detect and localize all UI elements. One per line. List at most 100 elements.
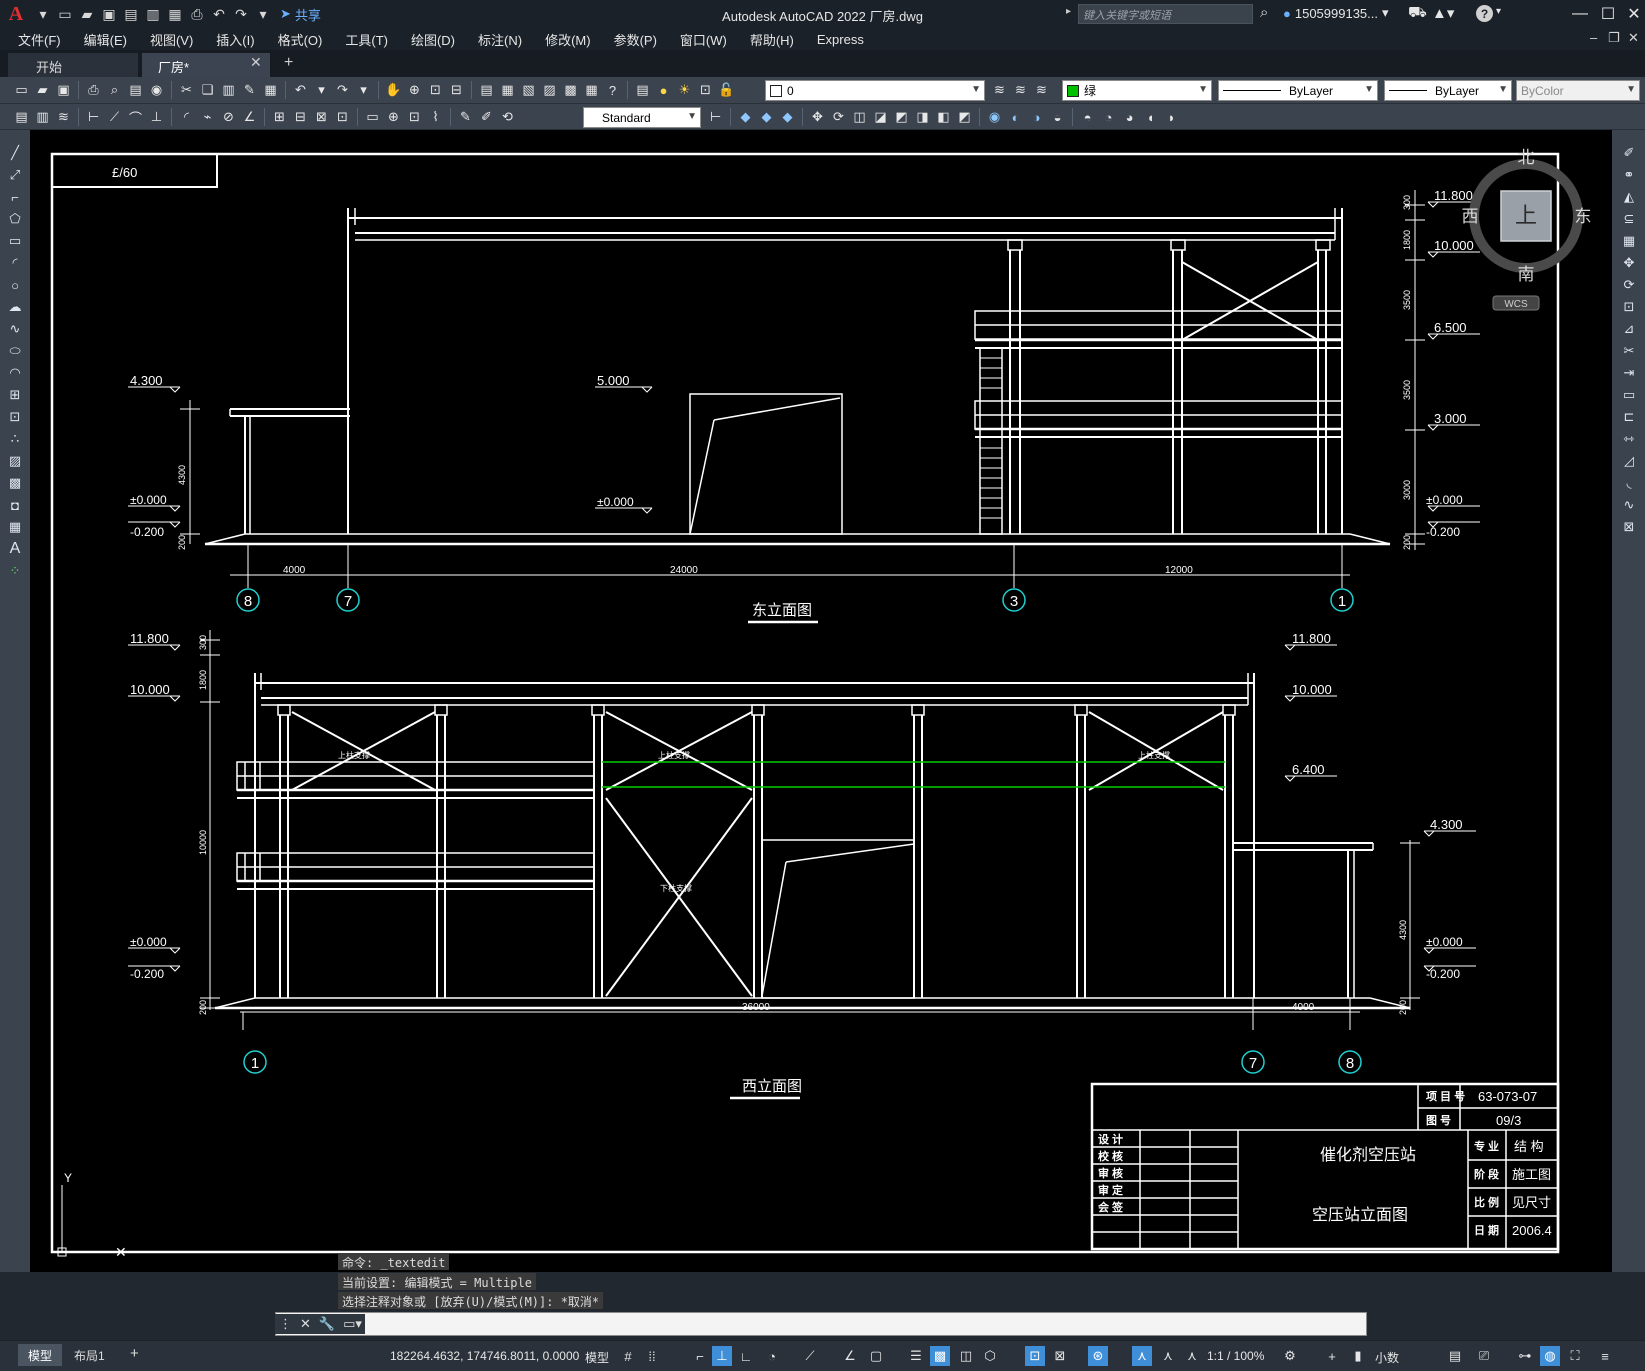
pan-icon[interactable]: ✋ — [384, 81, 403, 99]
break-at-point-icon[interactable]: ▭ — [1620, 386, 1638, 404]
ordinate-dim-icon[interactable]: ⊥ — [147, 108, 166, 126]
radius-dim-icon[interactable]: ◜ — [177, 108, 196, 126]
tab-close-icon[interactable]: ✕ — [250, 54, 262, 71]
search-input[interactable]: 键入关键字或短语 — [1078, 4, 1253, 24]
qnew-icon[interactable]: ▭ — [12, 81, 31, 99]
subtract-icon[interactable]: ◐ — [1006, 108, 1025, 126]
explode-icon[interactable]: ⊠ — [1620, 518, 1638, 536]
fillet-icon[interactable]: ◟ — [1620, 474, 1638, 492]
mtext-icon[interactable]: A — [6, 540, 24, 558]
block-editor-icon[interactable]: ▦ — [261, 81, 280, 99]
undo-chevron-icon[interactable]: ▾ — [312, 81, 331, 99]
clean-screen-icon[interactable]: ⛶ — [1565, 1346, 1585, 1366]
share-button[interactable]: ➤ 共享 — [280, 5, 321, 24]
tolerance-icon[interactable]: ▭ — [363, 108, 382, 126]
trim-icon[interactable]: ✂ — [1620, 342, 1638, 360]
move-icon[interactable]: ✥ — [1620, 254, 1638, 272]
annotation-scale-icon[interactable]: ⋏ — [1182, 1346, 1202, 1366]
search-expand-icon[interactable]: ▸ — [1066, 6, 1071, 17]
ortho-icon[interactable]: ∟ — [736, 1346, 756, 1366]
save-icon[interactable]: ▣ — [98, 3, 120, 25]
diameter-dim-icon[interactable]: ⊘ — [219, 108, 238, 126]
move-3d-icon[interactable]: ✥ — [808, 108, 827, 126]
close-command-icon[interactable]: ✕ — [300, 1316, 311, 1332]
workspace-gear-icon[interactable]: ⚙ — [1280, 1346, 1300, 1366]
slice-icon[interactable]: ◧ — [934, 108, 953, 126]
object-snap-tracking-icon[interactable]: ∠ — [840, 1346, 860, 1366]
chamfer-icon[interactable]: ◿ — [1620, 452, 1638, 470]
camera-icon[interactable]: ◗ — [1162, 108, 1181, 126]
new-tab-icon[interactable]: + — [284, 54, 293, 72]
model-space-toggle[interactable]: 模型 — [585, 1349, 609, 1366]
match-properties-icon[interactable]: ✎ — [240, 81, 259, 99]
layer-previous-icon[interactable]: ≋ — [1032, 81, 1051, 99]
materials-icon[interactable]: ◖ — [1141, 108, 1160, 126]
ucs-icon[interactable]: ▤ — [12, 108, 31, 126]
selection-cycling-icon[interactable]: ◫ — [956, 1346, 976, 1366]
make-block-icon[interactable]: ⊡ — [6, 408, 24, 426]
revision-cloud-icon[interactable]: ☁ — [6, 298, 24, 316]
jogged-dim-icon[interactable]: ⌁ — [198, 108, 217, 126]
plot-preview-icon[interactable]: ⌕ — [105, 81, 124, 99]
mirror-3d-icon[interactable]: ◪ — [871, 108, 890, 126]
erase-icon[interactable]: ✐ — [1620, 144, 1638, 162]
auto-scale-icon[interactable]: ⋏ — [1158, 1346, 1178, 1366]
customization-icon[interactable]: ≡ — [1595, 1346, 1615, 1366]
plotstyle-dropdown[interactable]: ByColor ▼ — [1516, 80, 1640, 101]
table-icon[interactable]: ▦ — [6, 518, 24, 536]
make-current-layer-icon[interactable]: ≋ — [990, 81, 1009, 99]
help-chevron-icon[interactable]: ▾ — [1496, 6, 1501, 17]
customize-quickaccess-icon[interactable]: ▾ — [252, 3, 274, 25]
save-icon[interactable]: ▣ — [54, 81, 73, 99]
dim-text-edit-icon[interactable]: ✐ — [477, 108, 496, 126]
app-menu-chevron-icon[interactable]: ▾ — [32, 3, 54, 25]
redo-icon[interactable]: ↷ — [333, 81, 352, 99]
linear-dim-icon[interactable]: ⊢ — [84, 108, 103, 126]
3dprint-icon[interactable]: ◉ — [147, 81, 166, 99]
region-icon[interactable]: ◘ — [6, 496, 24, 514]
center-mark-icon[interactable]: ⊕ — [384, 108, 403, 126]
menu-view[interactable]: 视图(V) — [150, 30, 193, 49]
ellipse-icon[interactable]: ⬭ — [6, 342, 24, 360]
new-file-icon[interactable]: ▭ — [54, 3, 76, 25]
rectangle-icon[interactable]: ▭ — [6, 232, 24, 250]
command-line[interactable] — [275, 1312, 1367, 1336]
layer-match-icon[interactable]: ≋ — [1011, 81, 1030, 99]
annotation-visibility-icon[interactable]: ⋏ — [1132, 1346, 1152, 1366]
cart-icon[interactable]: ⛟ — [1408, 4, 1427, 23]
undo-icon[interactable]: ↶ — [208, 3, 230, 25]
annotation-scale[interactable]: 1:1 / 100% — [1207, 1349, 1264, 1363]
rotate-icon[interactable]: ⟳ — [1620, 276, 1638, 294]
viewcube-south[interactable]: 南 — [1518, 265, 1535, 284]
viewcube-east[interactable]: 东 — [1575, 207, 1592, 226]
aligned-dim-icon[interactable]: ⟋ — [105, 108, 124, 126]
tab-start[interactable]: 开始 — [8, 53, 138, 77]
layer-freeze-icon[interactable]: ☀ — [675, 81, 694, 99]
close-button[interactable]: ✕ — [1620, 2, 1645, 26]
scale-icon[interactable]: ⊡ — [1620, 298, 1638, 316]
zoom-realtime-icon[interactable]: ⊕ — [405, 81, 424, 99]
object-snap-icon[interactable]: ▢ — [866, 1346, 886, 1366]
gradient-icon[interactable]: ▩ — [6, 474, 24, 492]
isometric-icon[interactable]: ⟋ — [800, 1346, 820, 1366]
dimstyle-dropdown[interactable]: Standard ▼ — [583, 107, 701, 128]
isolate-objects-icon[interactable]: ⊶ — [1515, 1346, 1535, 1366]
visual-styles-icon[interactable]: ◓ — [1078, 108, 1097, 126]
linetype-dropdown[interactable]: ByLayer ▼ — [1218, 80, 1378, 101]
autodesk-apps-icon[interactable]: ▲▾ — [1432, 4, 1454, 22]
quick-dim-icon[interactable]: ⊞ — [270, 108, 289, 126]
publish-icon[interactable]: ▥ — [142, 3, 164, 25]
doc-minimize-button[interactable]: – — [1590, 30, 1597, 45]
angular-dim-icon[interactable]: ∠ — [240, 108, 259, 126]
layer-viewport-icon[interactable]: ⊡ — [696, 81, 715, 99]
plot-icon[interactable]: ⎙ — [84, 81, 103, 99]
markup-icon[interactable]: ▩ — [561, 81, 580, 99]
command-input[interactable] — [296, 1317, 1196, 1331]
menu-format[interactable]: 格式(O) — [278, 30, 323, 49]
ellipse-arc-icon[interactable]: ◠ — [6, 364, 24, 382]
wcs-button[interactable]: WCS — [1504, 299, 1528, 310]
extrude-faces-icon[interactable]: ◒ — [1048, 108, 1067, 126]
undo-icon[interactable]: ↶ — [291, 81, 310, 99]
units-icon[interactable]: ▮ — [1348, 1346, 1368, 1366]
user-account[interactable]: ● 1505999135... ▾ — [1283, 5, 1389, 21]
